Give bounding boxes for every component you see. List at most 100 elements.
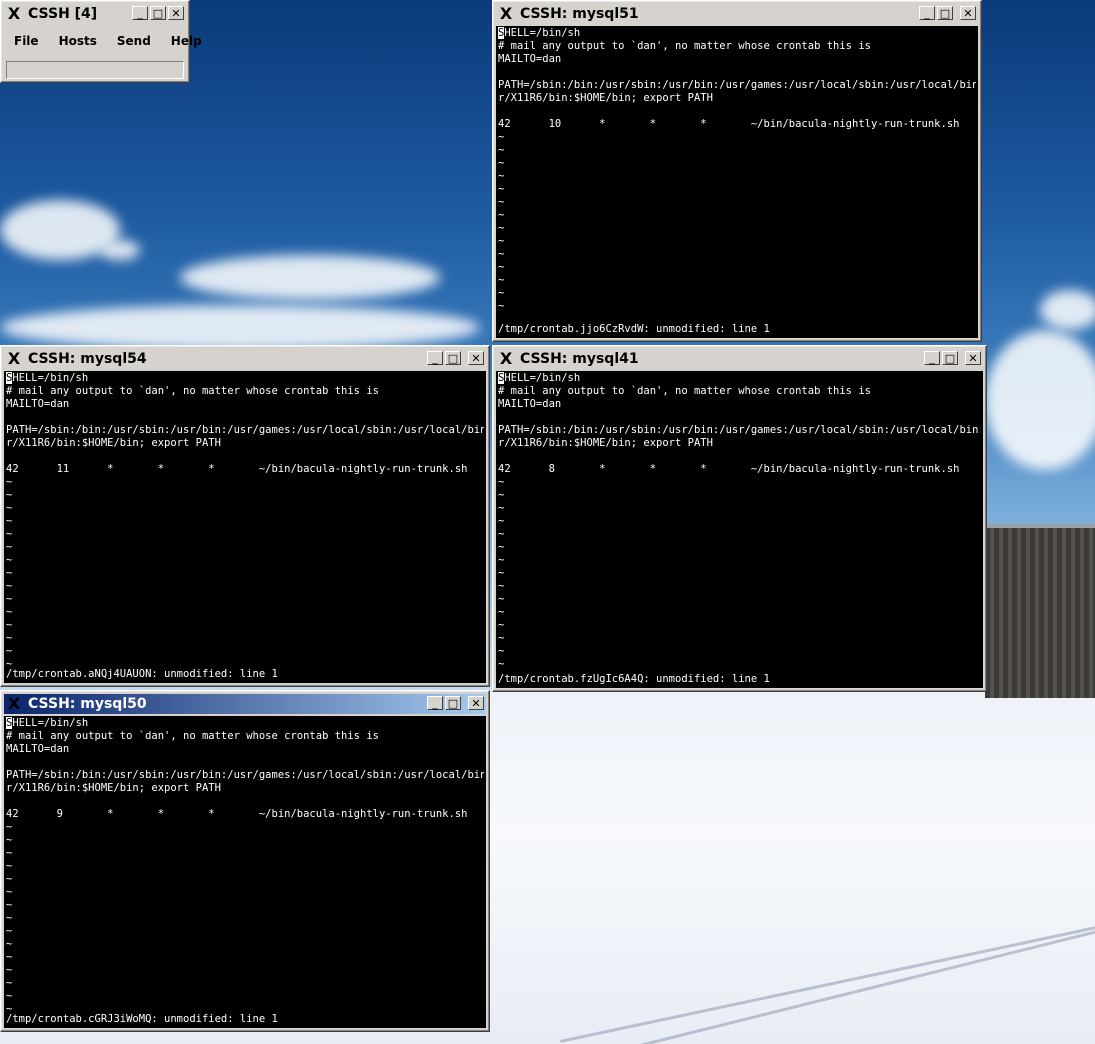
window-title: CSSH: mysql41 (520, 351, 639, 367)
terminal-line: ~ (498, 235, 505, 247)
x-window-icon[interactable]: X (498, 351, 514, 367)
terminal-line: r/X11R6/bin:$HOME/bin; export PATH (498, 437, 713, 449)
maximize-button[interactable]: □ (445, 351, 461, 365)
terminal-line: ~ (6, 990, 13, 1002)
terminal-content[interactable]: SHELL=/bin/sh # mail any output to `dan',… (4, 371, 486, 683)
terminal-line: ~ (498, 645, 505, 657)
cloud (985, 330, 1095, 470)
close-button[interactable]: ✕ (168, 6, 184, 20)
minimize-button[interactable]: _ (427, 696, 443, 710)
terminal-line: ~ (498, 144, 505, 156)
terminal-line: ~ (498, 489, 505, 501)
terminal-line: ~ (498, 196, 505, 208)
terminal-line: ~ (6, 489, 13, 501)
terminal-line: ~ (6, 834, 13, 846)
close-button[interactable]: ✕ (468, 351, 484, 365)
terminal-line: MAILTO=dan (6, 743, 70, 755)
terminal-line: r/X11R6/bin:$HOME/bin; export PATH (6, 437, 221, 449)
close-button[interactable]: ✕ (960, 6, 976, 20)
terminal-line: ~ (498, 287, 505, 299)
close-button[interactable]: ✕ (965, 351, 981, 365)
cloud (100, 240, 140, 260)
x-window-icon[interactable]: X (6, 6, 22, 22)
terminal-line: ~ (498, 261, 505, 273)
maximize-button[interactable]: □ (942, 351, 958, 365)
terminal-line: ~ (498, 619, 505, 631)
cssh-control-window[interactable]: X CSSH [4] _ □ ✕ File Hosts Send Help (0, 0, 202, 83)
terminal-line: 42 10 * * * ~/bin/bacula-nightly-run-tru… (498, 118, 960, 130)
terminal-line-text: HELL=/bin/sh (12, 717, 89, 729)
terminal-line: ~ (6, 951, 13, 963)
title-bar[interactable]: X CSSH: mysql54 _ □ ✕ (4, 349, 486, 369)
close-button[interactable]: ✕ (468, 696, 484, 710)
minimize-button[interactable]: _ (427, 351, 443, 365)
menu-send[interactable]: Send (107, 29, 161, 53)
terminal-line: ~ (6, 964, 13, 976)
terminal-line: ~ (498, 554, 505, 566)
status-line: /tmp/crontab.aNQj4UAUON: unmodified: lin… (6, 668, 278, 680)
cloud (180, 255, 440, 300)
terminal-line: ~ (498, 157, 505, 169)
title-bar[interactable]: X CSSH: mysql51 _ □ ✕ (496, 4, 978, 24)
minimize-button[interactable]: _ (132, 6, 148, 20)
maximize-button[interactable]: □ (937, 6, 953, 20)
terminal-line: ~ (498, 222, 505, 234)
terminal-line: ~ (498, 209, 505, 221)
terminal-line: ~ (6, 899, 13, 911)
terminal-line: MAILTO=dan (498, 53, 562, 65)
terminal-line: ~ (498, 606, 505, 618)
terminal-line: ~ (498, 567, 505, 579)
terminal-line: MAILTO=dan (498, 398, 562, 410)
menu-hosts[interactable]: Hosts (49, 29, 107, 53)
terminal-content[interactable]: SHELL=/bin/sh # mail any output to `dan',… (496, 26, 978, 338)
terminal-line: ~ (6, 912, 13, 924)
terminal-line: ~ (6, 567, 13, 579)
terminal-content[interactable]: SHELL=/bin/sh # mail any output to `dan',… (496, 371, 983, 688)
x-window-icon[interactable]: X (498, 6, 514, 22)
terminal-line: ~ (6, 502, 13, 514)
terminal-line: ~ (6, 645, 13, 657)
minimize-button[interactable]: _ (919, 6, 935, 20)
x-window-icon[interactable]: X (6, 696, 22, 712)
terminal-line: ~ (498, 528, 505, 540)
menu-help[interactable]: Help (161, 29, 212, 53)
terminal-line: # mail any output to `dan', no matter wh… (6, 730, 379, 742)
terminal-line: PATH=/sbin:/bin:/usr/sbin:/usr/bin:/usr/… (6, 424, 484, 436)
terminal-line: ~ (6, 619, 13, 631)
terminal-line: ~ (6, 925, 13, 937)
barn (985, 528, 1095, 698)
x-window-icon[interactable]: X (6, 351, 22, 367)
minimize-button[interactable]: _ (924, 351, 940, 365)
terminal-line: ~ (6, 873, 13, 885)
title-bar[interactable]: X CSSH: mysql50 _ □ ✕ (4, 694, 486, 714)
terminal-window-mysql50[interactable]: X CSSH: mysql50 _ □ ✕ SHELL=/bin/sh # mai… (0, 690, 490, 1032)
terminal-window-mysql41[interactable]: X CSSH: mysql41 _ □ ✕ SHELL=/bin/sh # mai… (492, 345, 987, 692)
terminal-line: # mail any output to `dan', no matter wh… (6, 385, 379, 397)
title-bar[interactable]: X CSSH [4] _ □ ✕ (4, 4, 186, 24)
terminal-line: ~ (6, 847, 13, 859)
terminal-window-mysql51[interactable]: X CSSH: mysql51 _ □ ✕ SHELL=/bin/sh # mai… (492, 0, 982, 342)
terminal-line-text: HELL=/bin/sh (12, 372, 89, 384)
maximize-button[interactable]: □ (150, 6, 166, 20)
terminal-line: ~ (6, 886, 13, 898)
broadcast-input[interactable] (6, 61, 184, 79)
terminal-line: 42 8 * * * ~/bin/bacula-nightly-run-trun… (498, 463, 960, 475)
window-title: CSSH: mysql50 (28, 696, 147, 712)
menu-file[interactable]: File (4, 29, 49, 53)
terminal-line-text: HELL=/bin/sh (504, 372, 581, 384)
title-bar[interactable]: X CSSH: mysql41 _ □ ✕ (496, 349, 983, 369)
terminal-line: ~ (6, 860, 13, 872)
terminal-line: ~ (498, 248, 505, 260)
cloud (0, 305, 480, 350)
maximize-button[interactable]: □ (445, 696, 461, 710)
terminal-line-text: HELL=/bin/sh (504, 27, 581, 39)
terminal-content[interactable]: SHELL=/bin/sh # mail any output to `dan',… (4, 716, 486, 1028)
terminal-window-mysql54[interactable]: X CSSH: mysql54 _ □ ✕ SHELL=/bin/sh # mai… (0, 345, 490, 687)
